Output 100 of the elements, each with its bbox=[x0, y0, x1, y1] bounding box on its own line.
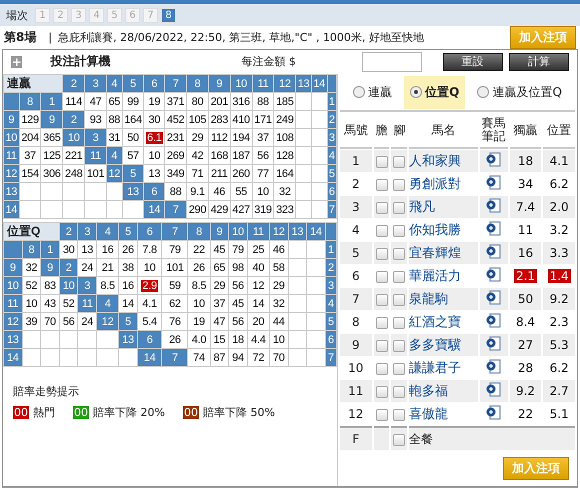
odds-cell: 8.5 bbox=[188, 276, 210, 294]
horse-number-cell: 3 bbox=[84, 74, 106, 92]
horse-name-link[interactable]: 軳多福 bbox=[409, 384, 448, 399]
bet-type-option[interactable]: 位置Q bbox=[404, 76, 466, 108]
horse-number-cell: 14 bbox=[4, 348, 22, 366]
radio-icon[interactable] bbox=[477, 86, 490, 98]
horse-name-link[interactable]: 飛凡 bbox=[409, 200, 436, 215]
horse-number-cell: 6 bbox=[137, 330, 162, 348]
note-icon[interactable] bbox=[486, 313, 502, 328]
horse-number-cell: 13 bbox=[296, 74, 312, 92]
radio-icon[interactable] bbox=[353, 86, 366, 98]
banker-checkbox[interactable] bbox=[376, 224, 388, 237]
banker-checkbox[interactable] bbox=[376, 340, 388, 352]
note-icon[interactable] bbox=[486, 198, 502, 213]
note-icon[interactable] bbox=[486, 244, 502, 259]
legend-label: 熱門 bbox=[33, 405, 55, 420]
leg-checkbox[interactable] bbox=[393, 156, 406, 168]
banker-checkbox[interactable] bbox=[376, 248, 388, 260]
note-icon[interactable] bbox=[486, 405, 502, 420]
banker-checkbox[interactable] bbox=[376, 156, 388, 168]
horse-name-link[interactable]: 你知我勝 bbox=[409, 223, 462, 238]
place-odds: 5.3 bbox=[548, 338, 570, 352]
odds-cell: 171 bbox=[252, 110, 274, 128]
leg-checkbox[interactable] bbox=[393, 408, 406, 421]
leg-checkbox[interactable] bbox=[393, 316, 406, 329]
horse-name-link[interactable]: 宜春輝煌 bbox=[409, 246, 462, 261]
leg-checkbox[interactable] bbox=[393, 178, 406, 191]
field-checkbox[interactable] bbox=[393, 434, 406, 446]
note-icon[interactable] bbox=[486, 175, 502, 190]
bet-type-label: 連贏 bbox=[368, 84, 392, 100]
banker-checkbox[interactable] bbox=[376, 408, 388, 421]
odds-cell: 187 bbox=[230, 146, 252, 164]
place-odds: 2.7 bbox=[548, 384, 570, 398]
odds-cell: 168 bbox=[208, 146, 230, 164]
leg-checkbox[interactable] bbox=[393, 362, 406, 375]
leg-checkbox[interactable] bbox=[393, 386, 406, 398]
place-odds: 6.2 bbox=[548, 177, 570, 191]
note-icon[interactable] bbox=[486, 336, 502, 351]
odds-cell: 50 bbox=[122, 128, 144, 146]
odds-cell: 164 bbox=[122, 110, 144, 128]
horse-number: 10 bbox=[347, 360, 364, 377]
horse-name-link[interactable]: 華麗活力 bbox=[409, 269, 462, 284]
horse-number: 6 bbox=[350, 268, 361, 285]
odds-cell: 164 bbox=[274, 164, 296, 182]
banker-checkbox[interactable] bbox=[376, 362, 388, 375]
race-button[interactable]: 8 bbox=[161, 8, 176, 23]
note-icon[interactable] bbox=[486, 221, 502, 236]
banker-checkbox[interactable] bbox=[376, 316, 388, 329]
amount-field[interactable] bbox=[362, 52, 422, 72]
horse-name-link[interactable]: 勇創派對 bbox=[409, 177, 462, 192]
leg-checkbox[interactable] bbox=[393, 248, 406, 260]
note-icon[interactable] bbox=[486, 382, 502, 397]
leg-checkbox[interactable] bbox=[393, 270, 406, 283]
odds-cell: 7.8 bbox=[137, 240, 162, 258]
calculate-button[interactable]: 計算 bbox=[508, 52, 570, 71]
horse-number-cell: 12 bbox=[96, 312, 119, 330]
banker-checkbox[interactable] bbox=[376, 386, 388, 398]
horse-name-link[interactable]: 人和家興 bbox=[409, 154, 462, 169]
leg-checkbox[interactable] bbox=[393, 224, 406, 237]
bet-type-option[interactable]: 連贏及位置Q bbox=[471, 76, 568, 108]
horse-number: 8 bbox=[350, 314, 361, 331]
banker-checkbox[interactable] bbox=[376, 294, 388, 306]
banker-checkbox[interactable] bbox=[376, 178, 388, 191]
odds-cell: 16 bbox=[96, 240, 119, 258]
horse-number-cell: 2 bbox=[62, 74, 85, 92]
odds-cell: 105 bbox=[186, 110, 208, 128]
horse-name-link[interactable]: 多多寶驥 bbox=[409, 338, 462, 353]
note-icon[interactable] bbox=[486, 359, 502, 374]
note-icon[interactable] bbox=[486, 267, 502, 282]
odds-cell: 371 bbox=[164, 92, 187, 110]
leg-checkbox[interactable] bbox=[393, 202, 406, 214]
leg-checkbox[interactable] bbox=[393, 294, 406, 306]
horse-name-link[interactable]: 泉龍駒 bbox=[409, 292, 448, 307]
note-icon[interactable] bbox=[486, 152, 502, 167]
bet-type-option[interactable]: 連贏 bbox=[347, 76, 398, 108]
banker-checkbox[interactable] bbox=[376, 202, 388, 214]
horse-name-link[interactable]: 喜傲龍 bbox=[409, 407, 448, 422]
horse-number-cell: 14 bbox=[4, 200, 20, 218]
odds-cell: 221 bbox=[62, 146, 85, 164]
horse-name-link[interactable]: 紅酒之寶 bbox=[409, 315, 462, 330]
odds-cell: 248 bbox=[62, 164, 85, 182]
odds-cell: 323 bbox=[274, 200, 296, 218]
horse-number-cell: 9 bbox=[4, 110, 20, 128]
win-odds: 28 bbox=[516, 361, 534, 375]
banker-checkbox[interactable] bbox=[376, 270, 388, 283]
reset-button[interactable]: 重設 bbox=[442, 52, 503, 71]
odds-cell: 410 bbox=[230, 110, 252, 128]
horse-number-cell: 9 bbox=[40, 110, 63, 128]
note-icon[interactable] bbox=[486, 290, 502, 305]
field-number: F bbox=[340, 426, 372, 450]
odds-cell: 316 bbox=[230, 92, 252, 110]
odds-cell: 4.1 bbox=[137, 294, 162, 312]
odds-cell: 125 bbox=[40, 146, 63, 164]
odds-cell: 194 bbox=[230, 128, 252, 146]
leg-checkbox[interactable] bbox=[393, 340, 406, 352]
odds-cell: 14 bbox=[247, 294, 270, 312]
table-cell bbox=[374, 426, 390, 450]
radio-icon[interactable] bbox=[410, 86, 422, 98]
horse-name-link[interactable]: 謙謙君子 bbox=[409, 361, 462, 376]
horse-number: 9 bbox=[340, 334, 372, 356]
